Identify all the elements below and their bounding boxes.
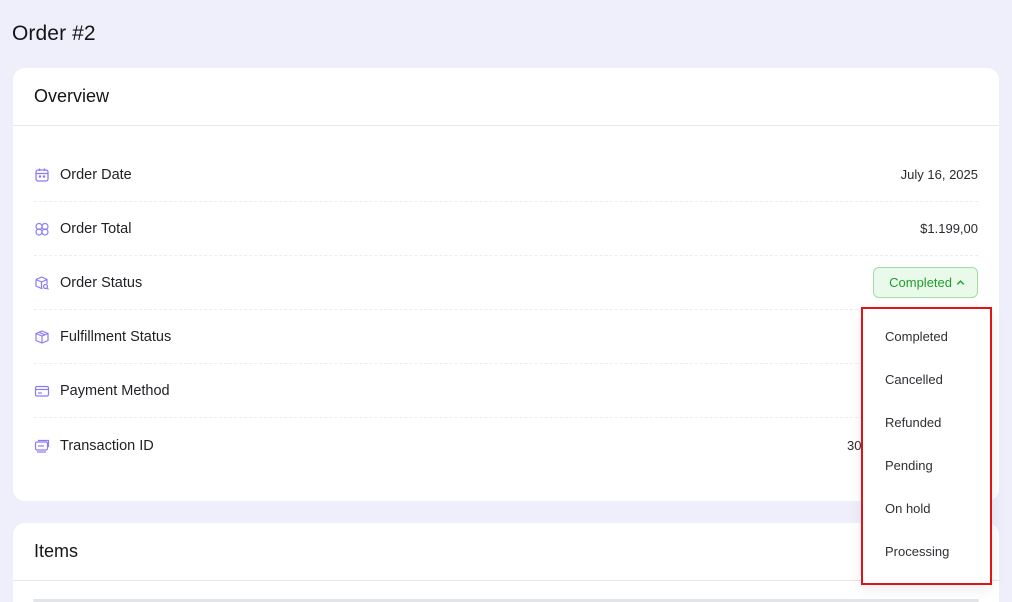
coins-icon <box>34 221 50 237</box>
row-label: Order Date <box>60 166 132 183</box>
status-option-processing[interactable]: Processing <box>863 539 990 582</box>
items-card: Items <box>13 523 999 602</box>
overview-header: Overview <box>13 68 999 126</box>
row-label: Transaction ID <box>60 438 154 454</box>
row-label: Order Status <box>60 274 143 291</box>
order-status-value: Completed <box>889 275 952 290</box>
items-header: Items <box>13 523 999 581</box>
overview-rows: Order Date July 16, 2025 Order Total $1.… <box>13 148 999 474</box>
status-option-on-hold[interactable]: On hold <box>863 496 990 539</box>
overview-card: Overview Order Date July 16, 2025 Order … <box>13 68 999 501</box>
order-status-dropdown: Completed Cancelled Refunded Pending On … <box>861 307 992 585</box>
order-status-button[interactable]: Completed <box>873 267 978 298</box>
row-order-status: Order Status Completed <box>34 256 978 310</box>
status-option-cancelled[interactable]: Cancelled <box>863 367 990 410</box>
box-icon <box>34 329 50 345</box>
row-order-date: Order Date July 16, 2025 <box>34 148 978 202</box>
order-date-value: July 16, 2025 <box>900 167 978 182</box>
status-option-refunded[interactable]: Refunded <box>863 410 990 453</box>
transaction-id-partial-value: 30 <box>847 438 862 453</box>
row-fulfillment-status-left: Fulfillment Status <box>34 329 171 345</box>
row-order-total-left: Order Total <box>34 221 131 237</box>
row-label: Payment Method <box>60 382 170 399</box>
row-label: Order Total <box>60 220 132 237</box>
calendar-icon <box>34 167 50 183</box>
overview-heading: Overview <box>34 86 110 106</box>
order-total-value: $1.199,00 <box>920 221 978 236</box>
chevron-up-icon <box>956 280 965 285</box>
row-transaction-id: Transaction ID <box>34 418 978 474</box>
row-order-date-left: Order Date <box>34 167 132 183</box>
row-label: Fulfillment Status <box>60 328 172 345</box>
items-heading: Items <box>34 541 79 561</box>
status-option-completed[interactable]: Completed <box>863 324 990 367</box>
row-fulfillment-status: Fulfillment Status <box>34 310 978 364</box>
package-search-icon <box>34 275 50 291</box>
status-option-pending[interactable]: Pending <box>863 453 990 496</box>
row-order-status-left: Order Status <box>34 275 142 291</box>
row-order-total: Order Total $1.199,00 <box>34 202 978 256</box>
receipt-icon <box>34 438 50 454</box>
page-title: Order #2 <box>12 22 96 45</box>
row-transaction-id-left: Transaction ID <box>34 438 154 454</box>
row-payment-method: Payment Method <box>34 364 978 418</box>
credit-card-icon <box>34 383 50 399</box>
row-payment-method-left: Payment Method <box>34 383 170 399</box>
